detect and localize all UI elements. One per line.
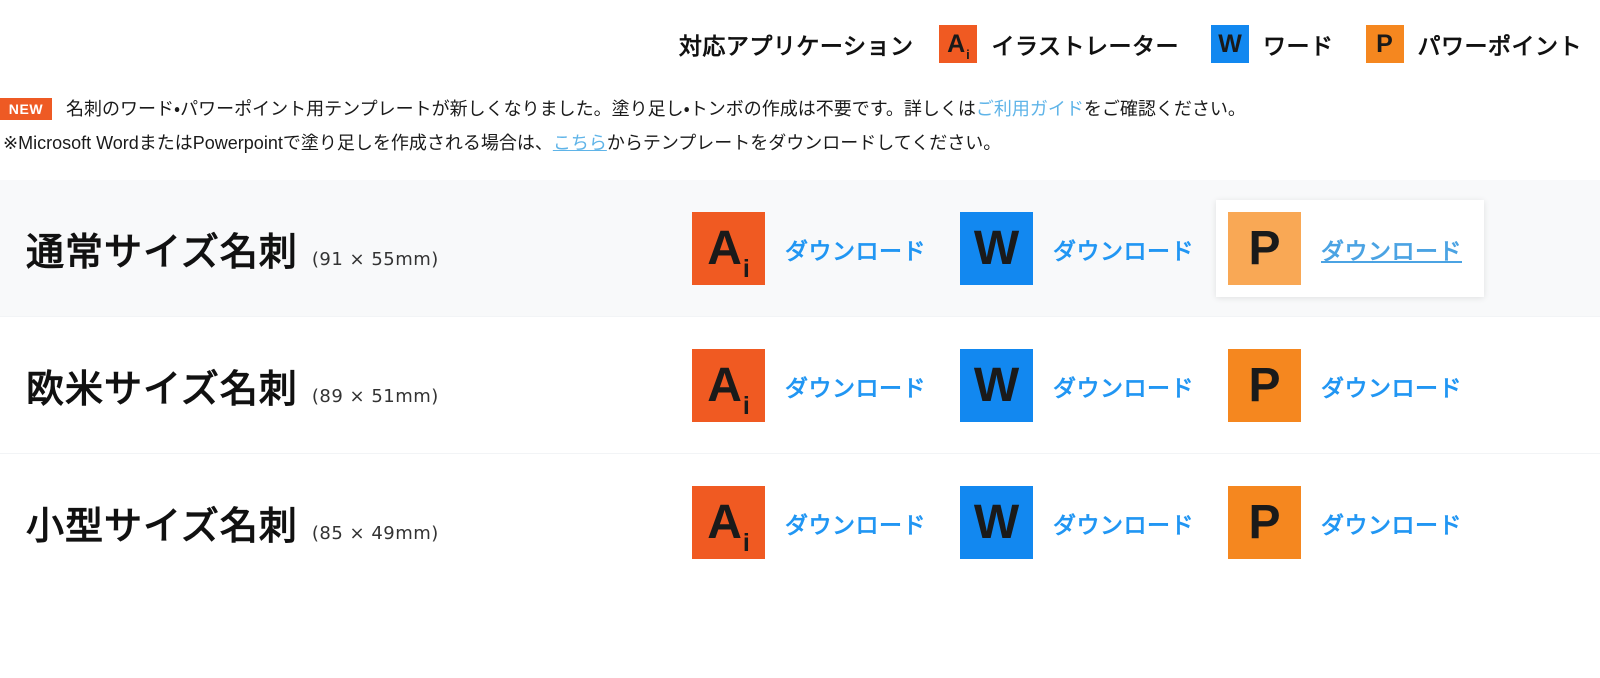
row-title: 通常サイズ名刺	[26, 232, 298, 274]
powerpoint-icon: P	[1228, 486, 1301, 559]
download-powerpoint-western[interactable]: P ダウンロード	[1216, 337, 1484, 434]
download-label: ダウンロード	[785, 374, 926, 401]
table-row: 通常サイズ名刺 (91 × 55mm) Ai ダウンロード W ダウンロード P…	[0, 180, 1600, 317]
download-illustrator-western[interactable]: Ai ダウンロード	[680, 337, 948, 434]
row-title: 欧米サイズ名刺	[26, 369, 298, 411]
powerpoint-icon: P	[1228, 349, 1301, 422]
row-dimensions: (85 × 49mm)	[311, 523, 439, 544]
row-dimensions: (89 × 51mm)	[311, 386, 439, 407]
legend-item-word: W ワード	[1211, 25, 1334, 63]
legend-item-illustrator: Ai イラストレーター	[939, 25, 1179, 63]
row-label-small: 小型サイズ名刺 (85 × 49mm)	[0, 495, 680, 550]
legend-label-word: ワード	[1263, 33, 1334, 59]
notice-line-bleed: ※Microsoft WordまたはPowerpointで塗り足しを作成される場…	[0, 126, 1600, 160]
table-row: 小型サイズ名刺 (85 × 49mm) Ai ダウンロード W ダウンロード P…	[0, 454, 1600, 591]
row-actions: Ai ダウンロード W ダウンロード P ダウンロード	[680, 337, 1600, 434]
word-icon: W	[960, 486, 1033, 559]
download-word-western[interactable]: W ダウンロード	[948, 337, 1216, 434]
row-label-western: 欧米サイズ名刺 (89 × 51mm)	[0, 358, 680, 413]
illustrator-icon: Ai	[939, 25, 978, 63]
download-powerpoint-standard[interactable]: P ダウンロード	[1216, 200, 1484, 297]
legend-item-powerpoint: P パワーポイント	[1365, 25, 1583, 63]
powerpoint-icon: P	[1365, 25, 1404, 63]
download-label: ダウンロード	[1053, 511, 1194, 538]
powerpoint-icon: P	[1228, 212, 1301, 285]
download-label: ダウンロード	[1321, 237, 1462, 264]
notice-line1-text-b: をご確認ください。	[1083, 99, 1246, 119]
download-label: ダウンロード	[1321, 374, 1462, 401]
download-word-standard[interactable]: W ダウンロード	[948, 200, 1216, 297]
download-label: ダウンロード	[1321, 511, 1462, 538]
notice-line-new: NEW 名刺のワード・パワーポイント用テンプレートが新しくなりました。塗り足し・…	[0, 92, 1600, 126]
notice-line1-text-a: 名刺のワード・パワーポイント用テンプレートが新しくなりました。塗り足し・トンボの…	[66, 99, 976, 119]
download-powerpoint-small[interactable]: P ダウンロード	[1216, 474, 1484, 571]
template-size-table: 通常サイズ名刺 (91 × 55mm) Ai ダウンロード W ダウンロード P…	[0, 180, 1600, 591]
word-icon: W	[1211, 25, 1249, 63]
download-label: ダウンロード	[785, 511, 926, 538]
legend-label-powerpoint: パワーポイント	[1417, 33, 1582, 59]
download-label: ダウンロード	[785, 237, 926, 264]
word-icon: W	[960, 349, 1033, 422]
download-illustrator-standard[interactable]: Ai ダウンロード	[680, 200, 948, 297]
notice-line2-text-b: からテンプレートをダウンロードしてください。	[606, 133, 1002, 153]
download-word-small[interactable]: W ダウンロード	[948, 474, 1216, 571]
new-badge: NEW	[0, 98, 52, 120]
table-row: 欧米サイズ名刺 (89 × 51mm) Ai ダウンロード W ダウンロード P…	[0, 317, 1600, 454]
row-label-standard: 通常サイズ名刺 (91 × 55mm)	[0, 221, 680, 276]
legend-label-illustrator: イラストレーター	[991, 33, 1179, 59]
row-actions: Ai ダウンロード W ダウンロード P ダウンロード	[680, 474, 1600, 571]
row-dimensions: (91 × 55mm)	[311, 249, 439, 270]
notice-line2-text-a: ※Microsoft WordまたはPowerpointで塗り足しを作成される場…	[3, 133, 553, 153]
illustrator-icon: Ai	[692, 212, 765, 285]
row-title: 小型サイズ名刺	[26, 506, 298, 548]
row-actions: Ai ダウンロード W ダウンロード P ダウンロード	[680, 200, 1600, 297]
notice-block: NEW 名刺のワード・パワーポイント用テンプレートが新しくなりました。塗り足し・…	[0, 92, 1600, 160]
illustrator-icon: Ai	[692, 486, 765, 559]
word-icon: W	[960, 212, 1033, 285]
here-template-link[interactable]: こちら	[553, 126, 607, 160]
illustrator-icon: Ai	[692, 349, 765, 422]
download-illustrator-small[interactable]: Ai ダウンロード	[680, 474, 948, 571]
usage-guide-link[interactable]: ご利用ガイド	[976, 92, 1084, 126]
supported-applications-legend: 対応アプリケーション Ai イラストレーター W ワード P パワーポイント	[0, 0, 1600, 88]
legend-title: 対応アプリケーション	[678, 33, 914, 59]
download-label: ダウンロード	[1053, 374, 1194, 401]
download-label: ダウンロード	[1053, 237, 1194, 264]
